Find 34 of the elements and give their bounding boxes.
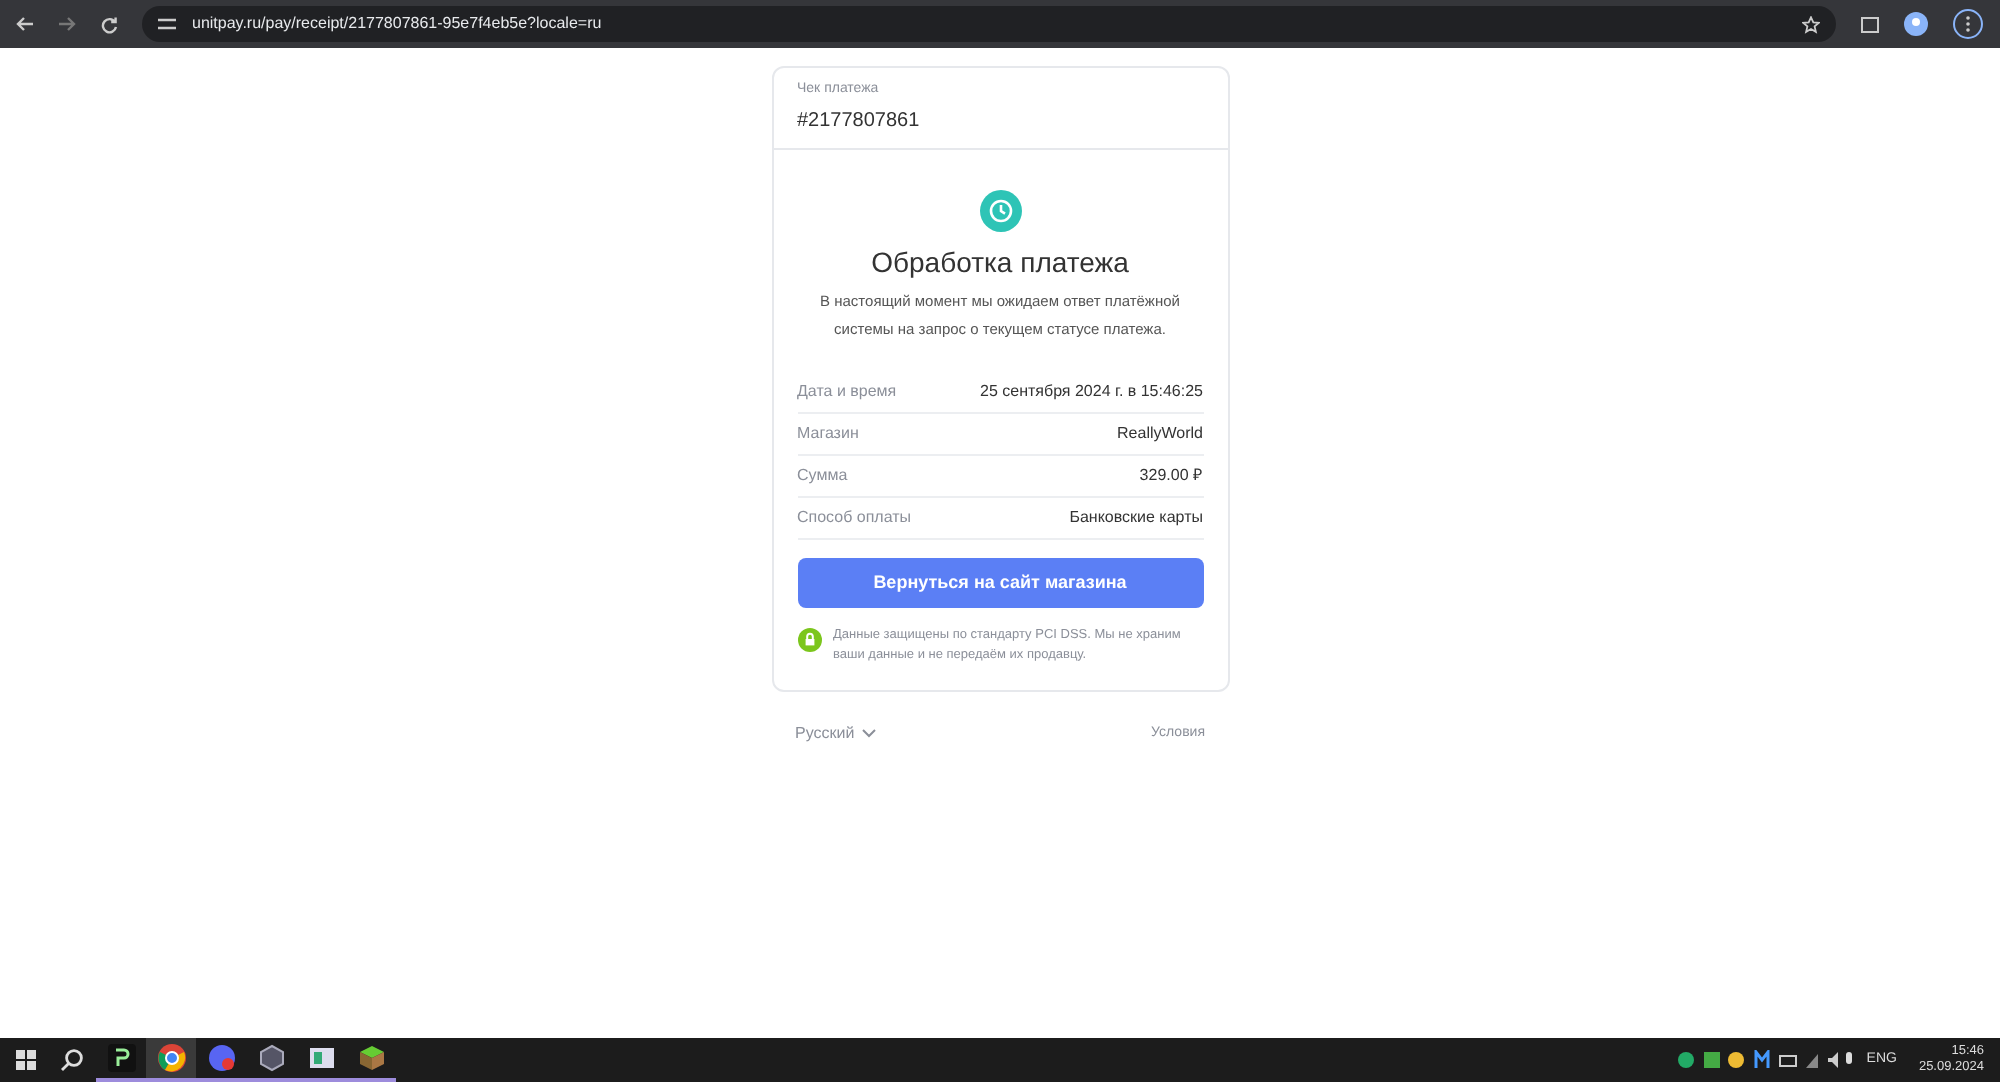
profile-icon[interactable]	[1904, 12, 1928, 36]
url-text: unitpay.ru/pay/receipt/2177807861-95e7f4eb5e?locale=ru	[192, 12, 604, 36]
search-icon[interactable]	[60, 1048, 84, 1072]
detail-value: 329.00 ₽	[1139, 463, 1203, 487]
back-icon[interactable]	[16, 16, 34, 32]
clock-icon	[979, 189, 1021, 231]
extension-icon[interactable]	[1860, 14, 1880, 34]
chevron-icon	[862, 728, 877, 739]
lock-icon	[797, 627, 821, 652]
detail-label: Способ оплаты	[797, 505, 912, 529]
site-settings-icon	[158, 16, 176, 32]
chrome-icon	[157, 1044, 185, 1072]
windows-start-icon[interactable]	[16, 1050, 36, 1070]
status-title: Обработка платежа	[871, 243, 1129, 282]
chat-icon	[207, 1044, 235, 1072]
return-button[interactable]: Вернуться на сайт магазина	[797, 557, 1203, 608]
terminal-icon	[107, 1044, 135, 1072]
detail-value: ReallyWorld	[1117, 421, 1203, 445]
cube-icon	[357, 1044, 385, 1072]
detail-label: Дата и время	[797, 379, 897, 403]
menu-icon[interactable]	[1952, 8, 1984, 40]
address-bar[interactable]: unitpay.ru/pay/receipt/2177807861-95e7f4eb5e?locale=ru	[142, 6, 1836, 42]
detail-value: 25 сентября 2024 г. в 15:46:25	[980, 379, 1203, 403]
receipt-number: #2177807861	[797, 107, 922, 135]
reload-icon[interactable]	[100, 15, 118, 33]
star-icon[interactable]	[1802, 15, 1820, 33]
forward-icon[interactable]	[58, 16, 76, 32]
detail-value: Банковские карты	[1069, 505, 1203, 529]
window-icon	[307, 1044, 335, 1072]
tray-icons-drawing[interactable]	[1676, 1050, 1857, 1070]
detail-label: Сумма	[797, 463, 848, 487]
detail-label: Магазин	[797, 421, 859, 445]
taskbar-app[interactable]	[146, 1038, 196, 1082]
hexagon-icon	[257, 1044, 285, 1072]
